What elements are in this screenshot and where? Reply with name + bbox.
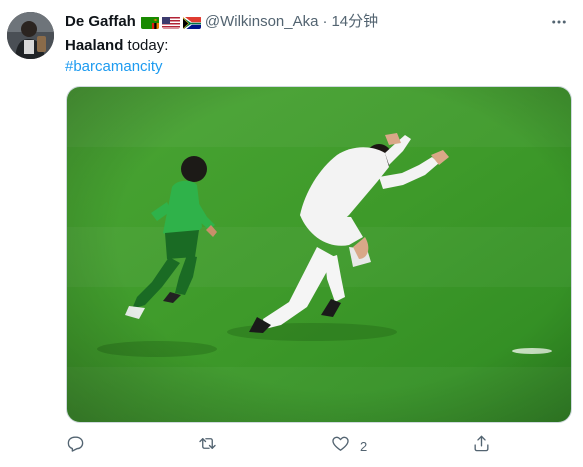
usa-flag-icon [161,16,180,29]
reply-button[interactable] [66,432,85,460]
flag-emojis [140,16,201,29]
tweet-card[interactable]: De Gaffah @Wilkinson_Aka · 14分钟 Haaland … [0,0,583,467]
tweet-bold-name: Haaland [65,37,124,54]
more-dots-icon[interactable] [549,12,569,32]
hashtag-link[interactable]: #barcamancity [65,56,168,77]
separator-dot: · [322,13,328,30]
share-icon [472,434,491,458]
tweet-text-line: Haaland today: [65,35,168,56]
avatar[interactable] [7,12,54,59]
tweet-header: De Gaffah @Wilkinson_Aka · 14分钟 [65,12,378,32]
tweet-text-rest: today: [123,37,169,54]
display-name[interactable]: De Gaffah [65,12,136,32]
retweet-icon [198,434,217,458]
action-bar: 2 [58,432,508,460]
tweet-text: Haaland today: #barcamancity [65,35,168,77]
like-count: 2 [360,438,368,454]
zambia-flag-icon [140,16,159,29]
user-handle[interactable]: @Wilkinson_Aka [205,12,319,32]
share-button[interactable] [472,432,491,460]
heart-icon [331,434,350,458]
timestamp[interactable]: 14分钟 [331,12,378,32]
south-africa-flag-icon [182,16,201,29]
reply-icon [66,434,85,458]
retweet-button[interactable] [198,432,217,460]
tweet-media-image[interactable] [66,86,572,423]
like-button[interactable]: 2 [331,432,367,460]
